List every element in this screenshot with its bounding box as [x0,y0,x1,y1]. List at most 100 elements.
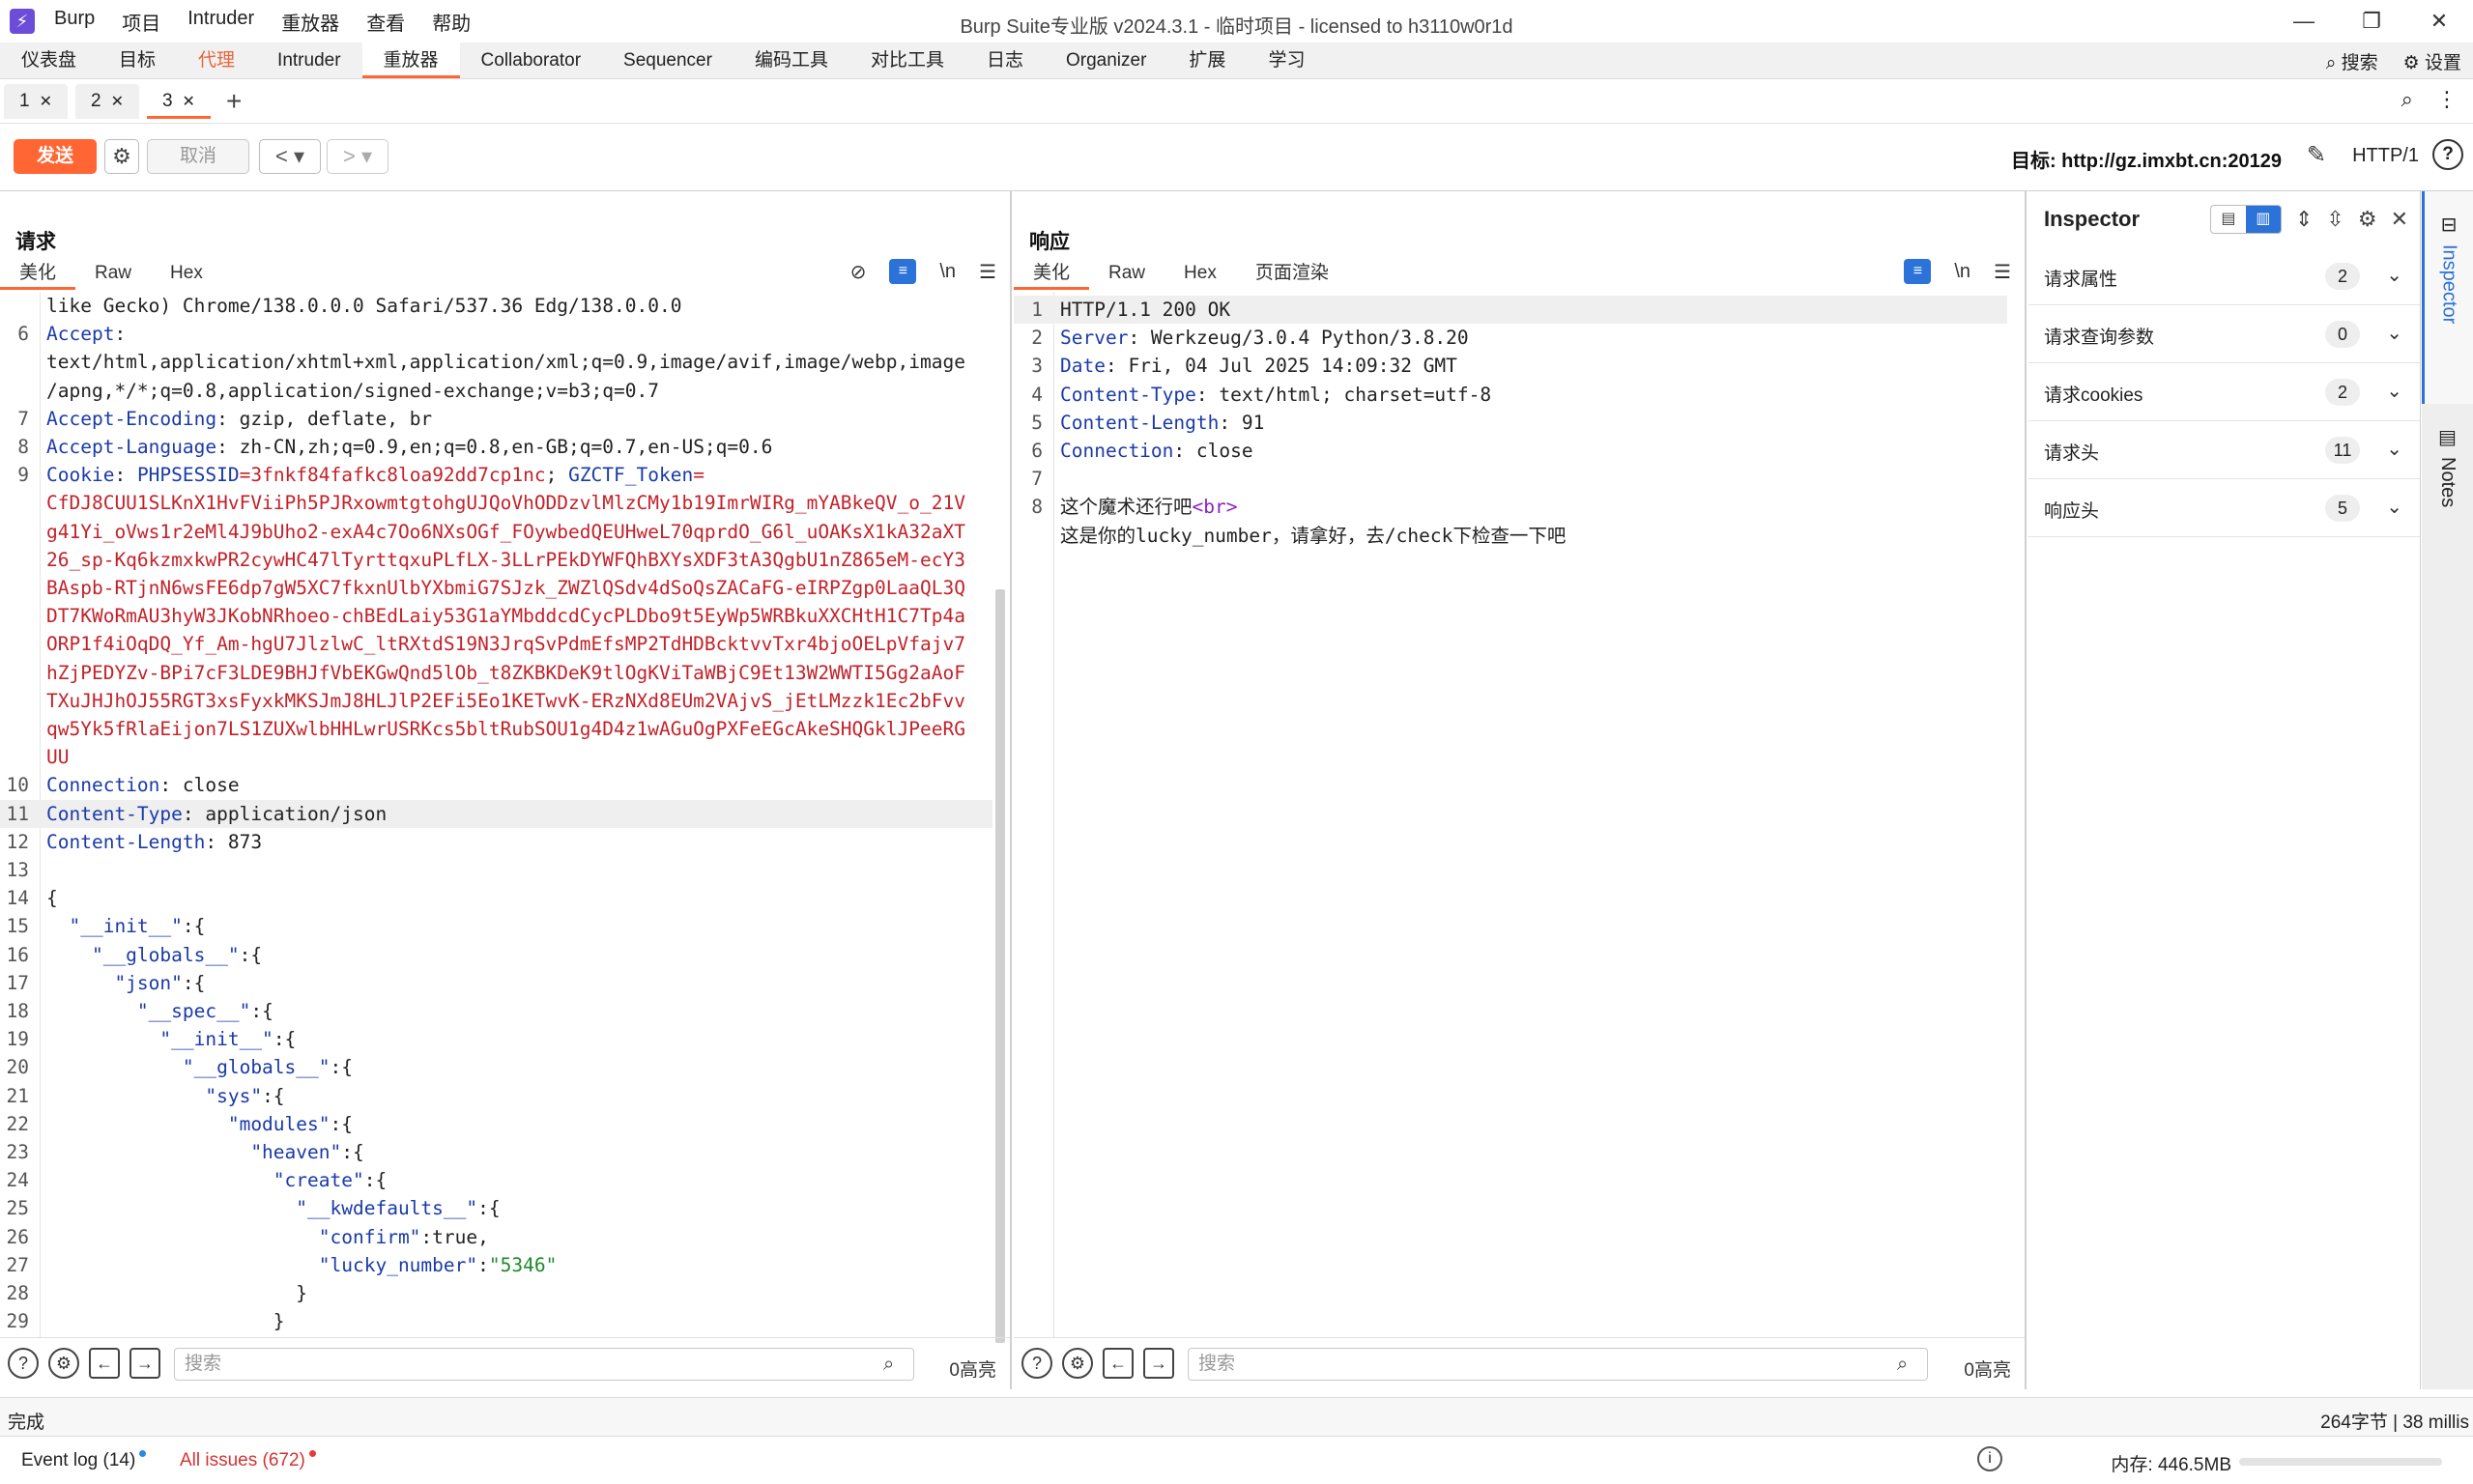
response-tab-raw[interactable]: Raw [1089,259,1165,290]
inspector-section-query-params[interactable]: 请求查询参数 0 ⌄ [2028,305,2420,363]
code-line[interactable]: 22 "modules":{ [0,1110,992,1138]
history-forward-button[interactable]: > ▾ [327,139,388,174]
side-tab-inspector[interactable]: ⊟ Inspector [2422,191,2473,404]
code-line[interactable]: 29 } [0,1307,992,1335]
previous-match-icon[interactable]: ← [1103,1348,1134,1379]
gear-icon[interactable]: ⚙ [48,1348,79,1379]
request-tab-raw[interactable]: Raw [75,259,151,290]
tab-intruder[interactable]: Intruder [256,43,361,78]
inspector-section-request-attributes[interactable]: 请求属性 2 ⌄ [2028,247,2420,305]
menu-icon[interactable]: ☰ [979,260,996,284]
layout-stacked-icon[interactable]: ▤ [2211,206,2246,233]
chevron-down-icon[interactable]: ⌄ [2386,437,2402,461]
request-tab-pretty[interactable]: 美化 [0,259,76,290]
collapse-all-icon[interactable]: ⇳ [2326,207,2344,232]
tab-proxy[interactable]: 代理 [177,43,256,78]
history-back-button[interactable]: < ▾ [259,139,321,174]
tab-decoder[interactable]: 编码工具 [733,43,849,78]
code-line[interactable]: g41Yi_oVws1r2eMl4J9bUho2-exA4c7Oo6NXsOGf… [0,518,992,546]
global-search-button[interactable]: ⌕ 搜索 [2326,48,2378,74]
code-line[interactable]: qw5Yk5fRlaEijon7LS1ZUXwlbHHLwrUSRKcs5blt… [0,715,992,743]
event-log-button[interactable]: Event log (14) [21,1450,147,1471]
code-line[interactable]: UU [0,743,992,771]
close-tab-icon[interactable]: ✕ [183,94,195,110]
more-options-icon[interactable]: ⋮ [2436,87,2458,112]
edit-target-pencil-icon[interactable]: ✎ [2307,141,2326,169]
settings-button[interactable]: ⚙ 设置 [2403,48,2461,74]
layout-side-icon[interactable]: ▥ [2245,206,2281,233]
help-icon[interactable]: ? [1021,1348,1052,1379]
code-line[interactable]: CfDJ8CUU1SLKnX1HvFViiPh5PJRxowmtgtohgUJQ… [0,489,992,517]
response-editor[interactable]: 1 HTTP/1.1 200 OK 2 Server: Werkzeug/3.0.4 … [1014,292,2025,1337]
code-line[interactable]: 11 Content-Type: application/json [0,799,992,828]
chevron-down-icon[interactable]: ⌄ [2386,495,2402,519]
code-line[interactable]: hZjPEDYZv-BPi7cF3LDE9BHJfVbEKGwQnd5lOb_t… [0,659,992,687]
code-line[interactable]: 这是你的lucky_number，请拿好，去/check下检查一下吧 [1014,522,2007,550]
chevron-down-icon[interactable]: ⌄ [2386,379,2402,403]
close-tab-icon[interactable]: ✕ [111,94,124,110]
tab-extensions[interactable]: 扩展 [1167,43,1247,78]
expand-all-icon[interactable]: ⇕ [2295,207,2313,232]
close-icon[interactable]: ✕ [2391,207,2408,232]
gear-icon[interactable]: ⚙ [1062,1348,1093,1379]
code-line[interactable]: text/html,application/xhtml+xml,applicat… [0,348,992,376]
code-line[interactable]: 26_sp-Kq6kzmxkwPR2cywHC47lTyrttqxuPLfLX-… [0,546,992,574]
request-editor[interactable]: like Gecko) Chrome/138.0.0.0 Safari/537.… [0,292,1010,1337]
tab-target[interactable]: 目标 [98,43,177,78]
request-search-input[interactable]: 搜索 [174,1348,914,1381]
help-icon[interactable]: ? [8,1348,39,1379]
code-line[interactable]: 8 Accept-Language: zh-CN,zh;q=0.9,en;q=0.… [0,433,992,461]
code-line[interactable]: 13 [0,856,992,884]
inspector-section-cookies[interactable]: 请求cookies 2 ⌄ [2028,363,2420,421]
code-line[interactable]: 5 Content-Length: 91 [1014,409,2007,437]
all-issues-button[interactable]: All issues (672) [180,1450,316,1471]
code-line[interactable]: BAspb-RTjnN6wsFE6dp7gW5XC7fkxnUlbYXbmiG7… [0,574,992,602]
code-line[interactable]: 17 "json":{ [0,969,992,997]
code-line[interactable]: 9 Cookie: PHPSESSID=3fnkf84fafkc8loa92dd7… [0,461,992,489]
gear-icon[interactable]: ⚙ [2358,207,2377,232]
info-icon[interactable]: i [1977,1446,2002,1471]
menu-project[interactable]: 项目 [122,8,160,36]
response-tab-hex[interactable]: Hex [1165,259,1236,290]
response-search-input[interactable]: 搜索 [1188,1348,1928,1381]
code-line[interactable]: ORP1f4iOqDQ_Yf_Am-hgU7JlzlwC_ltRXtdS19N3… [0,630,992,658]
minimize-icon[interactable]: — [2270,0,2338,43]
wrap-lines-icon[interactable]: ≡ [1904,259,1932,284]
code-line[interactable]: 20 "__globals__":{ [0,1053,992,1081]
next-match-icon[interactable]: → [129,1348,160,1379]
code-line[interactable]: 26 "confirm":true, [0,1223,992,1251]
add-tab-icon[interactable]: + [226,86,242,117]
tab-comparer[interactable]: 对比工具 [849,43,965,78]
previous-match-icon[interactable]: ← [89,1348,120,1379]
repeater-tab-3[interactable]: 3 ✕ [146,83,211,119]
menu-icon[interactable]: ☰ [1994,260,2011,284]
code-line[interactable]: 7 [1014,465,2007,493]
code-line[interactable]: like Gecko) Chrome/138.0.0.0 Safari/537.… [0,292,992,320]
restore-icon[interactable]: ❐ [2338,0,2405,43]
code-line[interactable]: 10 Connection: close [0,771,992,799]
http-version-selector[interactable]: HTTP/1 [2352,145,2419,167]
tab-organizer[interactable]: Organizer [1045,43,1167,78]
close-tab-icon[interactable]: ✕ [40,94,52,110]
menu-intruder[interactable]: Intruder [187,8,254,36]
send-button[interactable]: 发送 [14,139,97,174]
code-line[interactable]: 8 这个魔术还行吧<br> [1014,493,2007,521]
code-line[interactable]: 18 "__spec__":{ [0,997,992,1025]
code-line[interactable]: 4 Content-Type: text/html; charset=utf-8 [1014,381,2007,409]
code-line[interactable]: 23 "heaven":{ [0,1138,992,1166]
code-line[interactable]: 27 "lucky_number":"5346" [0,1251,992,1279]
search-icon[interactable]: ⌕ [2401,87,2413,112]
code-line[interactable]: 19 "__init__":{ [0,1025,992,1053]
response-tab-render[interactable]: 页面渲染 [1236,259,1348,290]
inspector-layout-toggle[interactable]: ▤ ▥ [2209,205,2282,234]
response-tab-pretty[interactable]: 美化 [1014,259,1090,290]
repeater-tab-1[interactable]: 1 ✕ [4,83,68,119]
cancel-button[interactable]: 取消 [147,139,249,174]
tab-dashboard[interactable]: 仪表盘 [0,43,98,78]
code-line[interactable]: 6 Accept: [0,320,992,348]
close-window-icon[interactable]: ✕ [2405,0,2473,43]
request-scrollbar[interactable] [995,589,1005,1343]
wrap-lines-icon[interactable]: ≡ [889,259,917,284]
code-line[interactable]: 6 Connection: close [1014,437,2007,465]
inspector-section-request-headers[interactable]: 请求头 11 ⌄ [2028,421,2420,479]
